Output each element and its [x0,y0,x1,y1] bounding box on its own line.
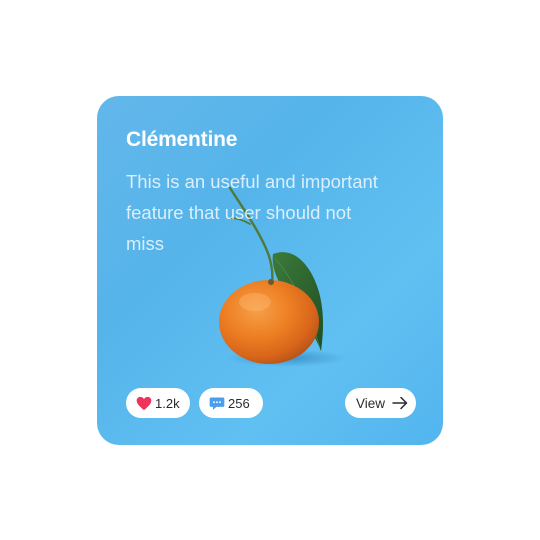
arrow-right-icon [392,395,408,411]
card-description: This is an useful and important feature … [126,171,378,254]
card-title: Clémentine [126,128,238,151]
view-button-label: View [356,395,386,411]
clementine-card[interactable]: Clémentine This is an useful and importa… [97,96,443,445]
likes-button[interactable]: 1.2k [126,388,190,418]
likes-count: 1.2k [155,395,180,411]
chat-bubble-icon [209,395,225,411]
heart-icon [136,395,152,411]
comments-button[interactable]: 256 [199,388,263,418]
comments-count: 256 [228,395,250,411]
view-button[interactable]: View [345,388,416,418]
